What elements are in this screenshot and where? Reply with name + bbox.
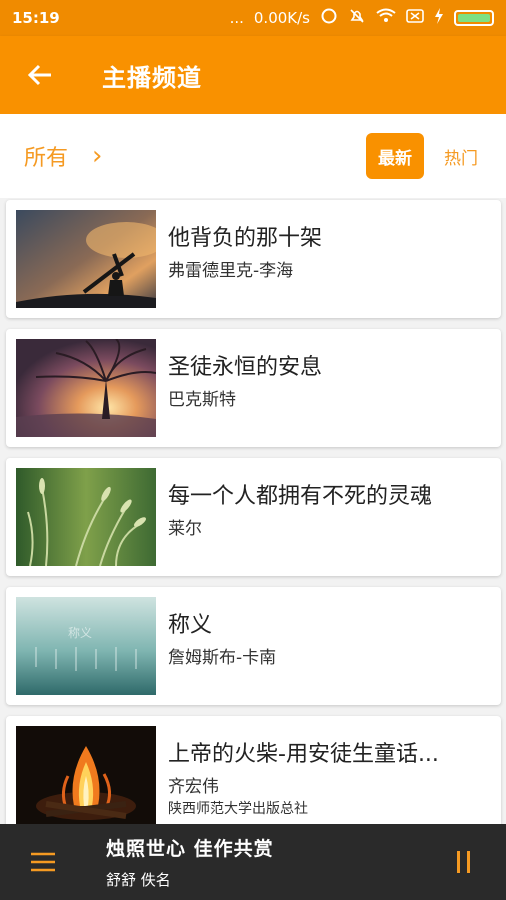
category-filter[interactable]: 所有 ›	[24, 140, 102, 172]
list-item[interactable]: 称义 称义 詹姆斯布-卡南	[6, 587, 501, 705]
battery-icon	[454, 10, 494, 26]
item-title: 称义	[168, 613, 213, 638]
chevron-right-icon: ›	[92, 141, 103, 171]
channel-list: 他背负的那十架 弗雷德里克-李海 圣徒永恒的安息 巴克斯特 每一个人都拥有不死的…	[0, 198, 506, 824]
item-publisher: 陕西师范大学出版总社	[168, 801, 308, 817]
campfire-image	[16, 726, 156, 824]
item-title: 上帝的火柴-用安徒生童话...	[168, 742, 439, 767]
category-label: 所有	[24, 146, 69, 171]
back-button[interactable]	[12, 47, 68, 103]
tab-newest[interactable]: 最新	[366, 133, 424, 179]
sync-icon	[320, 7, 338, 29]
network-speed: 0.00K/s	[253, 9, 310, 27]
sort-tabs: 最新 热门	[366, 133, 484, 179]
item-title: 圣徒永恒的安息	[168, 355, 323, 380]
status-time: 15:19	[12, 9, 60, 27]
charging-icon	[434, 8, 444, 28]
item-author: 齐宏伟	[168, 777, 219, 797]
tree-sunset-image	[16, 339, 156, 437]
sim-icon	[406, 8, 424, 28]
item-title: 他背负的那十架	[168, 226, 323, 251]
page-title: 主播频道	[102, 63, 202, 92]
pause-button[interactable]	[444, 837, 484, 887]
pause-icon	[457, 851, 470, 873]
foggy-field-image: 称义	[16, 597, 156, 695]
playlist-button[interactable]	[18, 837, 68, 887]
mini-player[interactable]: 烛照世心 佳作共赏 舒舒 佚名	[0, 824, 506, 900]
thumb-caption: 称义	[68, 626, 92, 640]
now-playing-title: 烛照世心 佳作共赏	[106, 838, 274, 860]
status-bar: 15:19 ... 0.00K/s	[0, 0, 506, 36]
now-playing-author: 舒舒 佚名	[106, 871, 171, 889]
list-item[interactable]: 上帝的火柴-用安徒生童话... 齐宏伟 陕西师范大学出版总社	[6, 716, 501, 824]
item-author: 弗雷德里克-李海	[168, 261, 294, 281]
grass-field-image	[16, 468, 156, 566]
list-item[interactable]: 圣徒永恒的安息 巴克斯特	[6, 329, 501, 447]
status-icons: ... 0.00K/s	[230, 7, 494, 29]
list-item[interactable]: 每一个人都拥有不死的灵魂 莱尔	[6, 458, 501, 576]
menu-icon	[31, 852, 55, 872]
now-playing: 烛照世心 佳作共赏 舒舒 佚名	[106, 834, 274, 890]
status-dots: ...	[229, 9, 244, 27]
list-item[interactable]: 他背负的那十架 弗雷德里克-李海	[6, 200, 501, 318]
mute-bell-icon	[348, 7, 366, 29]
item-author: 巴克斯特	[168, 390, 236, 410]
item-author: 詹姆斯布-卡南	[168, 648, 277, 668]
item-title: 每一个人都拥有不死的灵魂	[168, 484, 433, 509]
wifi-icon	[376, 8, 396, 28]
app-bar: 主播频道	[0, 36, 506, 114]
item-author: 莱尔	[168, 519, 202, 539]
tab-hot[interactable]: 热门	[438, 144, 484, 169]
cross-silhouette-image	[16, 210, 156, 308]
filter-bar: 所有 › 最新 热门	[0, 114, 506, 198]
arrow-left-icon	[27, 64, 51, 86]
